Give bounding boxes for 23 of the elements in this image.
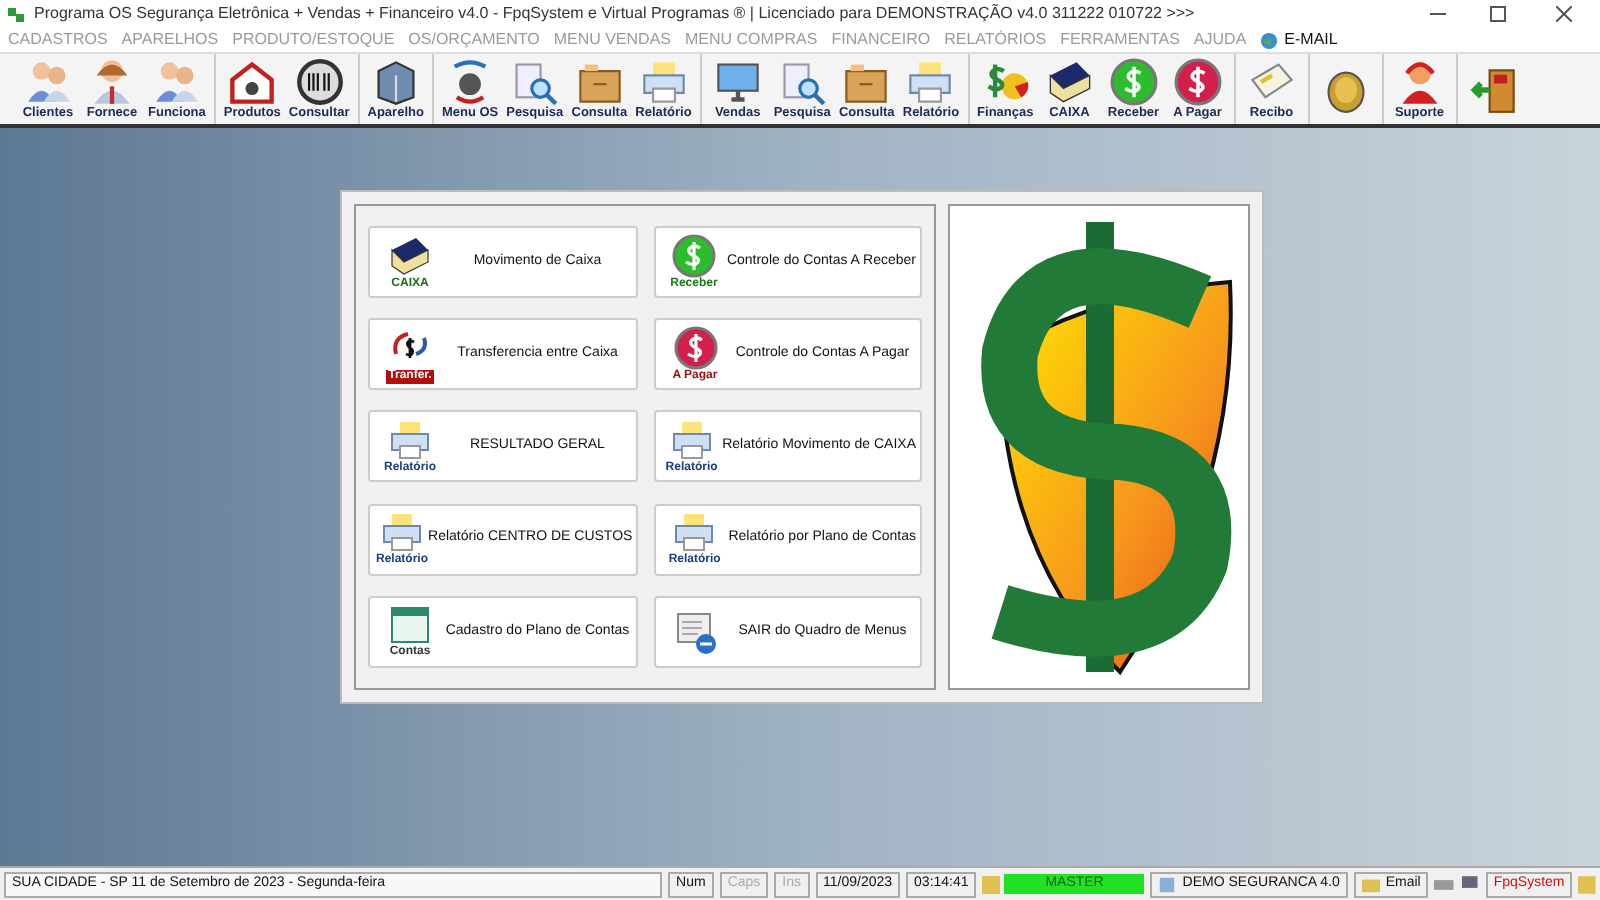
dollar-coin-icon xyxy=(673,325,717,370)
money-book-icon xyxy=(1045,57,1094,105)
dollar-coin-icon xyxy=(1109,57,1158,105)
maximize-icon xyxy=(1490,6,1506,22)
window-exit-icon xyxy=(673,609,717,654)
dollar-coin-icon xyxy=(1173,57,1222,105)
people-icon xyxy=(152,57,201,105)
dollar-coin-icon xyxy=(671,233,716,277)
close-icon xyxy=(1556,6,1572,22)
app-icon xyxy=(6,4,26,24)
barcode-icon xyxy=(295,57,344,105)
house-icon xyxy=(228,57,277,105)
exit-door-icon xyxy=(1469,65,1518,113)
people-icon xyxy=(24,57,72,105)
search-icon xyxy=(778,57,827,105)
device-icon xyxy=(371,57,420,105)
money-book-icon xyxy=(388,233,432,277)
search-icon xyxy=(510,57,559,105)
globe-icon xyxy=(1260,31,1279,49)
receipt-icon xyxy=(1247,57,1296,105)
calendar-icon xyxy=(388,602,432,647)
menu-item[interactable]: E-MAIL xyxy=(1284,28,1338,52)
window-title: Programa OS Segurança Eletrônica + Vendas + Financeiro v4.0 - FpqSystem e Virtual Programas ® | Licenciado para DEMONSTRAÇÃO v4.0 311222 010722 >>> xyxy=(34,2,1195,26)
